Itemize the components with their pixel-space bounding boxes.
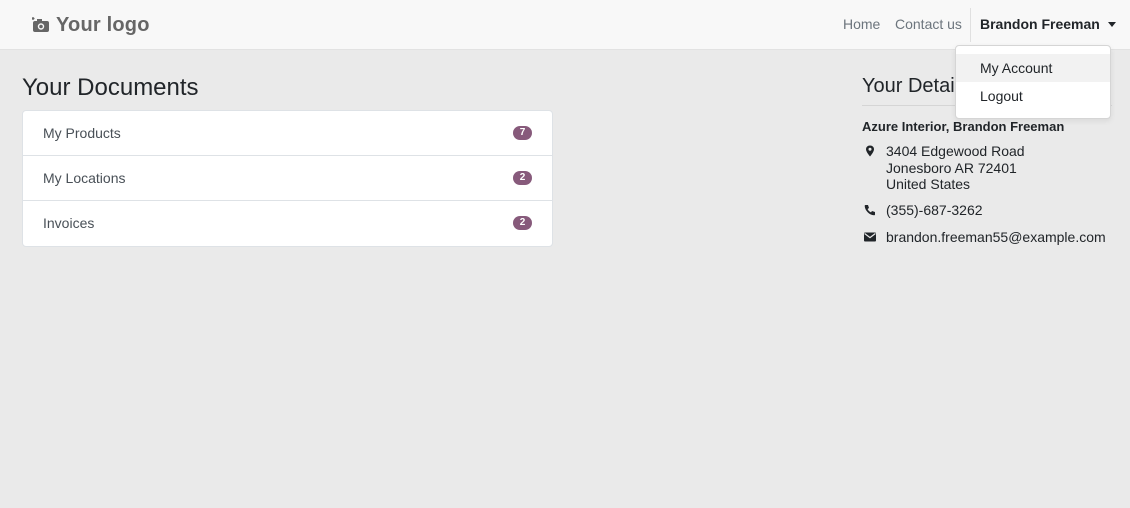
- phone-icon: [864, 205, 875, 216]
- count-badge: 7: [513, 126, 532, 140]
- partner-name: Azure Interior, Brandon Freeman: [862, 119, 1065, 134]
- user-name: Brandon Freeman: [980, 16, 1100, 32]
- envelope-icon: [864, 232, 876, 242]
- email-row: brandon.freeman55@example.com: [862, 229, 1106, 245]
- logo[interactable]: Your logo: [32, 12, 150, 38]
- address-country: United States: [886, 176, 971, 192]
- document-item-invoices[interactable]: Invoices 2: [23, 201, 552, 246]
- count-badge: 2: [513, 171, 532, 185]
- top-navbar: Your logo Home Contact us Brandon Freema…: [0, 0, 1130, 50]
- caret-down-icon: [1107, 22, 1116, 27]
- document-label: Invoices: [43, 215, 95, 231]
- document-label: My Products: [43, 125, 121, 141]
- document-item-my-locations[interactable]: My Locations 2: [23, 156, 552, 201]
- nav-divider: [970, 8, 971, 42]
- phone-number: (355)-687-3262: [886, 202, 983, 218]
- email-address: brandon.freeman55@example.com: [886, 229, 1106, 245]
- document-label: My Locations: [43, 170, 126, 186]
- menu-item-logout[interactable]: Logout: [956, 82, 1110, 110]
- address-city: Jonesboro AR 72401: [886, 159, 1017, 176]
- count-badge: 2: [513, 216, 532, 230]
- menu-item-my-account[interactable]: My Account: [956, 54, 1110, 82]
- camera-logo-icon: [32, 17, 49, 32]
- map-marker-icon: [866, 145, 874, 157]
- user-menu-toggle[interactable]: Brandon Freeman: [980, 16, 1116, 32]
- logo-text: Your logo: [56, 13, 150, 36]
- documents-list: My Products 7 My Locations 2 Invoices 2: [22, 110, 553, 247]
- nav-home-link[interactable]: Home: [843, 16, 880, 32]
- address-street: 3404 Edgewood Road: [886, 143, 1025, 159]
- document-item-my-products[interactable]: My Products 7: [23, 111, 552, 156]
- nav-contact-link[interactable]: Contact us: [895, 16, 962, 32]
- address-row: 3404 Edgewood Road Jonesboro AR 72401 Un…: [862, 143, 1025, 193]
- user-dropdown-menu: My Account Logout: [955, 45, 1111, 119]
- phone-row: (355)-687-3262: [862, 202, 983, 218]
- address-lines: 3404 Edgewood Road Jonesboro AR 72401 Un…: [886, 143, 1025, 193]
- documents-title: Your Documents: [22, 74, 199, 101]
